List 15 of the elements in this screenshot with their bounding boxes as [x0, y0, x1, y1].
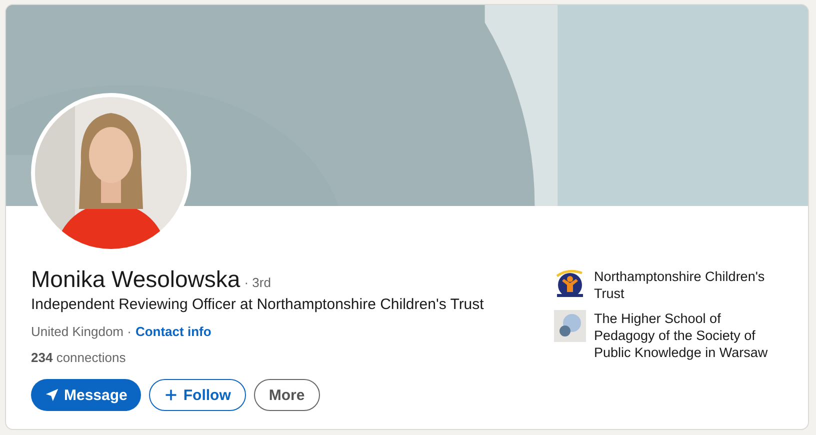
trust-logo-icon: [554, 268, 586, 300]
send-icon: [45, 388, 59, 402]
location: United Kingdom ·: [31, 323, 132, 341]
follow-button[interactable]: Follow: [149, 379, 246, 411]
profile-name: Monika Wesolowska: [31, 265, 240, 294]
organization-link[interactable]: The Higher School of Pedagogy of the Society of Public Knowledge in Warsaw: [554, 310, 784, 361]
connection-degree: · 3rd: [244, 275, 271, 290]
school-logo-icon: [554, 310, 586, 342]
connections-count: 234 connections: [31, 349, 127, 367]
plus-icon: [164, 388, 178, 402]
contact-info-link[interactable]: Contact info: [135, 323, 212, 341]
headline: Independent Reviewing Officer at Northamptonshire Children's Trust: [31, 295, 484, 315]
more-button[interactable]: More: [254, 379, 320, 411]
message-button[interactable]: Message: [31, 379, 142, 411]
organization-link[interactable]: Northamptonshire Children's Trust: [554, 268, 784, 302]
